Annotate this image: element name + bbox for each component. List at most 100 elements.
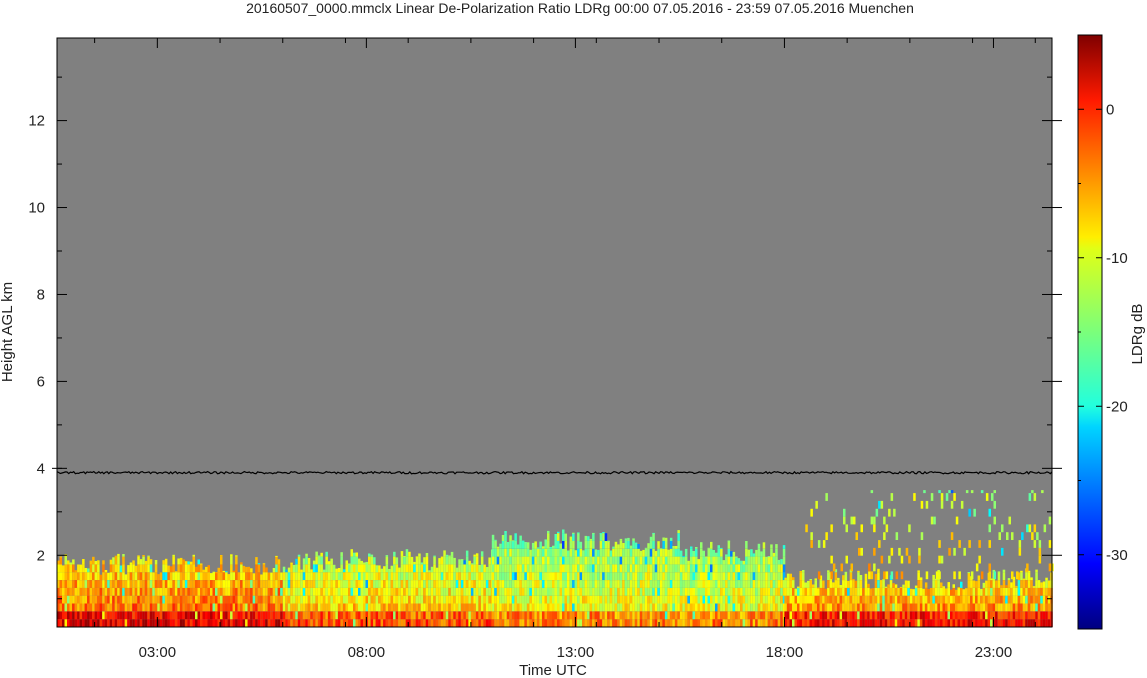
heatmap-cell	[629, 572, 633, 580]
heatmap-cell	[526, 595, 530, 604]
heatmap-cell	[395, 619, 399, 627]
heatmap-cell	[842, 580, 845, 588]
heatmap-cell	[602, 548, 605, 557]
heatmap-cell	[614, 548, 618, 557]
heatmap-cell	[747, 549, 751, 557]
heatmap-cell	[398, 595, 401, 604]
heatmap-cell	[360, 580, 363, 588]
heatmap-cell	[617, 611, 620, 620]
heatmap-cell	[348, 580, 351, 588]
heatmap-cell	[544, 539, 547, 541]
heatmap-cell	[677, 564, 680, 573]
heatmap-cell	[1020, 603, 1023, 612]
heatmap-cell	[390, 572, 394, 580]
heatmap-cell	[373, 603, 376, 612]
heatmap-cell	[993, 500, 996, 509]
heatmap-cell	[725, 611, 728, 620]
heatmap-cell	[542, 595, 545, 604]
heatmap-cell	[325, 580, 328, 588]
heatmap-cell	[305, 556, 308, 565]
colorbar-tick-label: -30	[1106, 547, 1128, 564]
heatmap-cell	[1007, 619, 1011, 627]
heatmap-cell	[677, 540, 680, 549]
heatmap-cell	[330, 587, 333, 596]
heatmap-cell	[552, 545, 555, 549]
heatmap-cell	[1015, 587, 1018, 596]
heatmap-cell	[634, 603, 638, 612]
heatmap-cell	[307, 595, 311, 604]
heatmap-cell	[884, 611, 888, 620]
heatmap-cell	[794, 619, 797, 627]
heatmap-cell	[470, 595, 474, 604]
heatmap-cell	[952, 595, 955, 604]
heatmap-cell	[784, 587, 787, 596]
heatmap-cell	[114, 580, 118, 588]
heatmap-cell	[894, 595, 898, 604]
heatmap-cell	[250, 587, 253, 596]
heatmap-cell	[950, 589, 953, 596]
heatmap-cell	[807, 611, 810, 620]
heatmap-cell	[960, 587, 963, 596]
heatmap-cell	[164, 595, 168, 604]
heatmap-cell	[715, 619, 718, 627]
heatmap-cell	[320, 556, 323, 565]
heatmap-cell	[702, 619, 705, 627]
heatmap-cell	[559, 611, 562, 620]
heatmap-cell	[569, 595, 573, 604]
heatmap-cell	[862, 588, 865, 596]
heatmap-cell	[473, 556, 476, 565]
heatmap-cell	[524, 580, 527, 588]
heatmap-cell	[988, 524, 991, 533]
heatmap-cell	[534, 541, 537, 549]
heatmap-cell	[735, 556, 738, 558]
heatmap-cell	[470, 587, 474, 596]
heatmap-cell	[400, 556, 404, 565]
heatmap-cell	[725, 587, 728, 596]
heatmap-cell	[735, 595, 738, 604]
heatmap-cell	[335, 568, 338, 573]
heatmap-cell	[72, 572, 75, 580]
heatmap-cell	[245, 619, 248, 627]
heatmap-cell	[420, 611, 424, 620]
heatmap-cell	[410, 564, 414, 573]
heatmap-cell	[438, 564, 441, 573]
heatmap-cell	[569, 619, 573, 627]
heatmap-cell	[74, 572, 78, 580]
heatmap-cell	[873, 547, 876, 556]
heatmap-cell	[985, 580, 988, 588]
heatmap-cell	[405, 611, 409, 620]
heatmap-cell	[383, 587, 386, 596]
heatmap-cell	[491, 564, 495, 573]
heatmap-cell	[622, 564, 625, 573]
heatmap-cell	[365, 561, 368, 565]
heatmap-cell	[662, 556, 665, 565]
heatmap-cell	[511, 572, 515, 580]
heatmap-cell	[242, 572, 246, 580]
heatmap-cell	[79, 611, 83, 620]
heatmap-cell	[742, 580, 746, 588]
heatmap-cell	[737, 595, 741, 604]
heatmap-cell	[957, 587, 960, 589]
heatmap-cell	[438, 611, 441, 620]
heatmap-cell	[445, 619, 449, 627]
heatmap-cell	[383, 572, 386, 580]
heatmap-cell	[378, 587, 381, 596]
heatmap-cell	[567, 550, 570, 557]
heatmap-cell	[509, 548, 512, 557]
heatmap-cell	[504, 619, 507, 627]
heatmap-cell	[904, 595, 908, 604]
heatmap-cell	[557, 595, 560, 604]
heatmap-cell	[455, 611, 459, 620]
heatmap-cell	[849, 619, 853, 627]
heatmap-cell	[572, 587, 575, 596]
heatmap-cell	[789, 580, 792, 588]
heatmap-cell	[501, 564, 505, 573]
heatmap-cell	[340, 552, 343, 557]
heatmap-cell	[335, 580, 338, 588]
heatmap-cell	[109, 611, 113, 620]
heatmap-cell	[1041, 490, 1044, 494]
heatmap-cell	[652, 619, 655, 627]
heatmap-cell	[990, 587, 993, 596]
heatmap-cell	[192, 556, 195, 565]
heatmap-cell	[609, 556, 613, 565]
